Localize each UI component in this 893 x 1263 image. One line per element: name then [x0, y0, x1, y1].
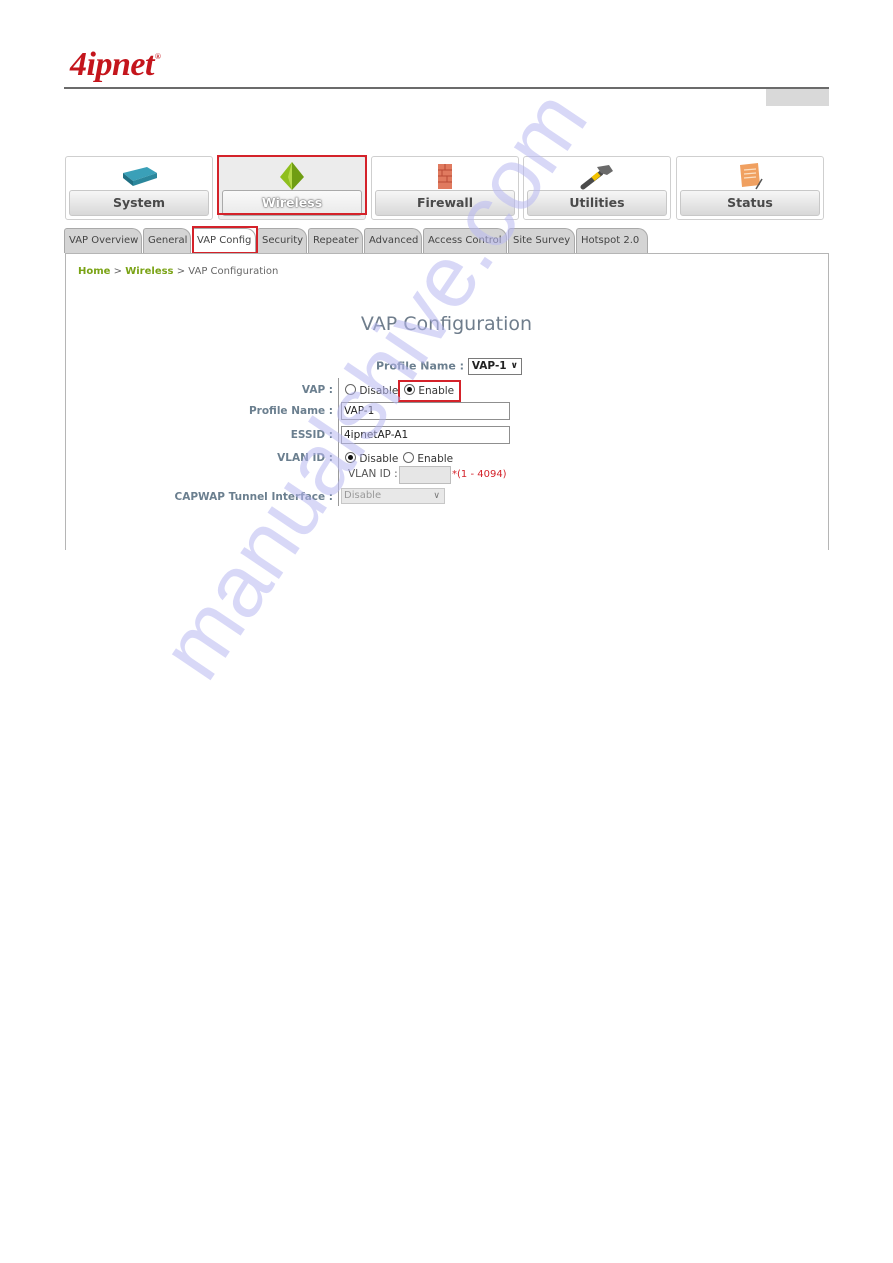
nav-tile-wireless[interactable]: Wireless: [218, 156, 366, 220]
vlan-id-input[interactable]: [399, 466, 451, 484]
profile-selector-label: Profile Name :: [376, 359, 465, 373]
vlan-enable-label: Enable: [417, 453, 454, 465]
registered-mark: ®: [154, 52, 161, 61]
hammer-icon: [580, 165, 613, 190]
vlan-disable-option[interactable]: Disable: [345, 452, 398, 465]
nav-label: Wireless: [222, 190, 362, 216]
nav-tile-firewall[interactable]: Firewall: [371, 156, 519, 220]
router-icon: [123, 167, 157, 186]
vap-enable-option[interactable]: Enable: [404, 384, 454, 397]
notepad-icon: [740, 163, 763, 190]
tab-general[interactable]: General: [143, 228, 191, 253]
essid-label: ESSID :: [290, 429, 333, 441]
chevron-down-icon: ∨: [510, 361, 518, 371]
vap-enable-radio[interactable]: [404, 384, 415, 395]
vlan-disable-radio[interactable]: [345, 452, 356, 463]
vlan-enable-radio[interactable]: [403, 452, 414, 463]
tab-repeater[interactable]: Repeater: [308, 228, 363, 253]
vlan-disable-label: Disable: [359, 453, 399, 465]
breadcrumb-current: VAP Configuration: [188, 266, 279, 277]
nav-tile-status[interactable]: Status: [676, 156, 824, 220]
nav-tile-system[interactable]: System: [65, 156, 213, 220]
capwap-select[interactable]: Disable ∨: [341, 488, 445, 504]
breadcrumb-separator: >: [176, 266, 186, 277]
form-divider: [338, 378, 339, 506]
vlan-enable-option[interactable]: Enable: [403, 452, 453, 465]
vlan-id-sublabel: VLAN ID :: [348, 468, 398, 480]
nav-label: Utilities: [527, 190, 667, 216]
vap-disable-label: Disable: [359, 385, 399, 397]
header-divider: [64, 87, 829, 89]
tab-vap-config[interactable]: VAP Config: [192, 228, 256, 254]
tab-site-survey[interactable]: Site Survey: [508, 228, 575, 253]
brick-wall-icon: [438, 164, 452, 189]
breadcrumb: Home > Wireless > VAP Configuration: [78, 266, 278, 277]
vap-label: VAP :: [301, 384, 333, 396]
profile-name-label: Profile Name :: [248, 405, 333, 417]
breadcrumb-wireless[interactable]: Wireless: [125, 266, 173, 277]
vlan-range-hint: *(1 - 4094): [452, 469, 507, 480]
tab-access-control[interactable]: Access Control: [423, 228, 507, 253]
capwap-label: CAPWAP Tunnel Interface :: [174, 491, 333, 503]
essid-input[interactable]: 4ipnetAP-A1: [341, 426, 510, 444]
pyramid-icon: [280, 162, 304, 190]
brand-logo: 4ipnet®: [70, 46, 161, 84]
page-title: VAP Configuration: [360, 313, 533, 335]
page-number-box: [766, 89, 829, 106]
profile-select-value: VAP-1: [471, 360, 507, 372]
logo-text: 4ipnet: [70, 46, 154, 83]
tab-security[interactable]: Security: [257, 228, 307, 253]
vap-disable-option[interactable]: Disable: [345, 384, 398, 397]
vap-disable-radio[interactable]: [345, 384, 356, 395]
vlan-label: VLAN ID :: [277, 452, 333, 464]
nav-label: Firewall: [375, 190, 515, 216]
tab-advanced[interactable]: Advanced: [364, 228, 422, 253]
vap-enable-label: Enable: [418, 385, 455, 397]
profile-selector-row: Profile Name : VAP-1 ∨: [376, 358, 522, 375]
tab-vap-overview[interactable]: VAP Overview: [64, 228, 142, 253]
nav-label: Status: [680, 190, 820, 216]
capwap-select-value: Disable: [344, 490, 382, 501]
breadcrumb-home[interactable]: Home: [78, 266, 110, 277]
chevron-down-icon: ∨: [433, 491, 440, 501]
profile-select[interactable]: VAP-1 ∨: [467, 358, 522, 375]
nav-tile-utilities[interactable]: Utilities: [523, 156, 671, 220]
nav-label: System: [69, 190, 209, 216]
profile-name-input[interactable]: VAP-1: [341, 402, 510, 420]
tab-hotspot[interactable]: Hotspot 2.0: [576, 228, 648, 253]
breadcrumb-separator: >: [113, 266, 123, 277]
